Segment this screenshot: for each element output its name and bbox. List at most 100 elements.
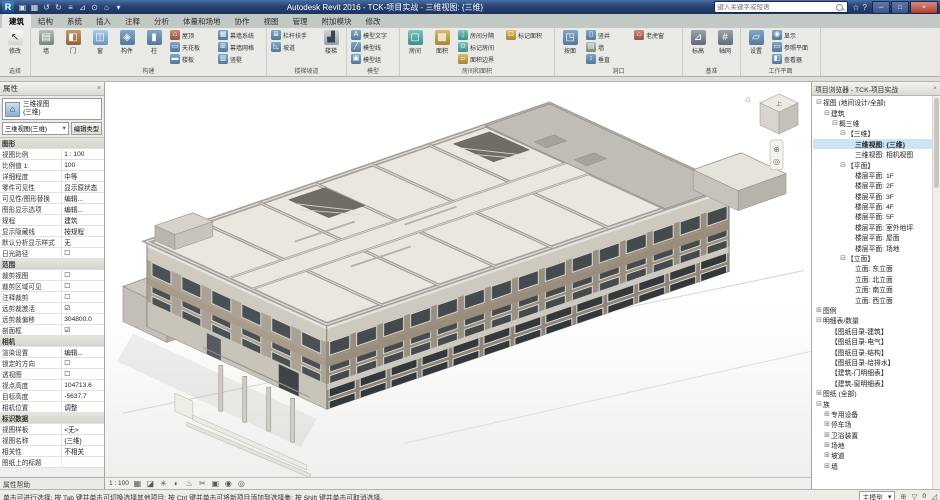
property-row[interactable]: 视点高度 104713.6: [0, 380, 104, 391]
ceiling-button[interactable]: ▭ 天花板: [168, 41, 216, 53]
property-value[interactable]: 建筑: [62, 215, 104, 225]
tree-item[interactable]: ⊟ 【立面】: [813, 253, 932, 263]
scrollbar[interactable]: [932, 96, 940, 489]
pan-zoom-icon[interactable]: ◎: [773, 157, 780, 166]
tree-item[interactable]: 立面: 北立面: [813, 274, 932, 284]
ribbon-tab[interactable]: 体量和场地: [176, 14, 228, 28]
wall-button[interactable]: ▤ 墙: [33, 29, 59, 56]
project-browser-header[interactable]: 项目浏览器 - TCK-项目实战 ×: [812, 82, 940, 96]
tree-item[interactable]: 立面: 西立面: [813, 294, 932, 304]
property-row[interactable]: 裁剪视图 ☐: [0, 270, 104, 281]
tree-item[interactable]: 【图纸目录-建筑】: [813, 326, 932, 336]
roof-button[interactable]: ⌂ 屋顶: [168, 29, 216, 41]
tree-item[interactable]: ⊟ 概三维: [813, 118, 932, 128]
default-3d-view-icon[interactable]: ⌂: [101, 2, 112, 13]
tree-item[interactable]: ⊞ 专用设备: [813, 409, 932, 419]
tree-item[interactable]: 楼层平面: 3F: [813, 191, 932, 201]
revit-logo[interactable]: R: [2, 1, 14, 13]
property-row[interactable]: 渲染设置 编辑...: [0, 347, 104, 358]
property-row[interactable]: 相关性 不相关: [0, 446, 104, 457]
tree-expander-icon[interactable]: ⊞: [823, 441, 831, 449]
property-row[interactable]: 日光路径 ☐: [0, 248, 104, 259]
modify-button[interactable]: ↖ 修改: [2, 29, 28, 56]
favorites-icon[interactable]: ☆: [852, 3, 859, 12]
level-button[interactable]: ⊿ 标高: [685, 29, 711, 56]
stairs-button[interactable]: ▟ 楼梯: [318, 29, 344, 56]
view-cube[interactable]: ⌂ 上: [745, 94, 798, 134]
tree-item[interactable]: ⊞ 墙: [813, 461, 932, 471]
area-button[interactable]: ▩ 面积: [429, 29, 455, 56]
tree-expander-icon[interactable]: ⊟: [839, 254, 847, 262]
ribbon-group-label[interactable]: 楼梯坡道: [269, 65, 344, 76]
property-row[interactable]: 剖面框 ☑: [0, 325, 104, 336]
ribbon-group-label[interactable]: 工作平面: [743, 65, 818, 76]
ribbon-tab[interactable]: 分析: [147, 14, 176, 28]
property-row[interactable]: 详细程度 中等: [0, 171, 104, 182]
ribbon-tab[interactable]: 附加模块: [315, 14, 359, 28]
room-button[interactable]: ▢ 房间: [402, 29, 428, 56]
model-group-button[interactable]: ▣ 模型组: [349, 53, 397, 65]
tree-item[interactable]: 【图纸目录-给排水】: [813, 357, 932, 367]
room-separator-button[interactable]: ¦ 房间分隔: [456, 29, 504, 41]
reveal-hidden-icon[interactable]: ◎: [237, 479, 246, 488]
tree-item[interactable]: ⊞ 卫浴装置: [813, 430, 932, 440]
property-row[interactable]: 标识数据: [0, 413, 104, 424]
search-input[interactable]: [717, 4, 834, 11]
minimize-button[interactable]: ─: [872, 1, 890, 14]
property-value[interactable]: ☑: [62, 304, 104, 312]
close-icon[interactable]: ×: [933, 85, 937, 92]
tree-expander-icon[interactable]: ⊞: [823, 420, 831, 428]
tree-item[interactable]: 立面: 南立面: [813, 284, 932, 294]
tree-item[interactable]: ⊟ 建筑: [813, 107, 932, 117]
property-row[interactable]: 显示隐藏线 按规程: [0, 226, 104, 237]
property-value[interactable]: 编辑...: [62, 193, 104, 203]
select-toggle-icon[interactable]: ⊕: [900, 492, 906, 500]
navigation-bar[interactable]: ⊕ ◎: [770, 140, 783, 170]
tree-item[interactable]: ⊟ 【三维】: [813, 128, 932, 138]
property-row[interactable]: 视图样板 <无>: [0, 424, 104, 435]
viewcube-home-icon[interactable]: ⌂: [745, 94, 750, 104]
area-boundary-button[interactable]: ▱ 面积边界: [456, 53, 504, 65]
ribbon-group-label[interactable]: 房间和面积: [402, 65, 552, 76]
property-row[interactable]: 规程 建筑: [0, 215, 104, 226]
property-row[interactable]: 远剪裁激活 ☑: [0, 303, 104, 314]
tree-expander-icon[interactable]: ⊞: [823, 462, 831, 470]
railing-button[interactable]: ≣ 栏杆扶手: [269, 29, 317, 41]
qat-customize-icon[interactable]: ▾: [113, 2, 124, 13]
tree-item[interactable]: ⊞ 停车场: [813, 419, 932, 429]
building-model[interactable]: [117, 104, 811, 477]
edit-type-button[interactable]: 编辑类型: [71, 122, 102, 135]
scale-control[interactable]: 1 : 100: [109, 480, 129, 487]
tree-expander-icon[interactable]: ⊞: [823, 451, 831, 459]
property-row[interactable]: 图纸上的标题: [0, 457, 104, 468]
tree-expander-icon[interactable]: ⊞: [823, 431, 831, 439]
tree-expander-icon[interactable]: ⊞: [815, 389, 823, 397]
tree-item[interactable]: 【建筑-门明细表】: [813, 367, 932, 377]
close-button[interactable]: ×: [910, 1, 938, 14]
tree-item[interactable]: 【建筑-窗明细表】: [813, 378, 932, 388]
curtain-grid-button[interactable]: ⊞ 幕墙网格: [216, 41, 264, 53]
property-row[interactable]: 锁定的方向 ☐: [0, 358, 104, 369]
property-row[interactable]: 比例值 1: 100: [0, 160, 104, 171]
print-icon[interactable]: ≡: [65, 2, 76, 13]
property-value[interactable]: 调整: [62, 402, 104, 412]
property-row[interactable]: 注释裁剪 ☐: [0, 292, 104, 303]
property-row[interactable]: 目标高度 -5637.7: [0, 391, 104, 402]
scrollbar-thumb[interactable]: [934, 98, 939, 188]
property-value[interactable]: ☐: [62, 249, 104, 257]
temporary-hide-icon[interactable]: ◉: [224, 479, 233, 488]
undo-icon[interactable]: ↺: [41, 2, 52, 13]
ribbon-tab[interactable]: 建筑: [2, 14, 31, 28]
property-row[interactable]: 可见性/图形替换 编辑...: [0, 193, 104, 204]
tree-item[interactable]: ⊞ 场地: [813, 440, 932, 450]
viewer-button[interactable]: ◧ 查看器: [770, 53, 818, 65]
tree-item[interactable]: ⊞ 图例: [813, 305, 932, 315]
dormer-button[interactable]: ⌂ 老虎窗: [632, 29, 680, 41]
property-value[interactable]: 1 : 100: [62, 151, 104, 158]
shadows-icon[interactable]: ◐: [172, 479, 181, 488]
save-icon[interactable]: ▦: [29, 2, 40, 13]
property-value[interactable]: ☐: [62, 359, 104, 367]
component-button[interactable]: ◈ 构件: [114, 29, 140, 56]
properties-help[interactable]: 属性帮助: [0, 477, 104, 489]
tree-item[interactable]: 楼层平面: 屋面: [813, 232, 932, 242]
